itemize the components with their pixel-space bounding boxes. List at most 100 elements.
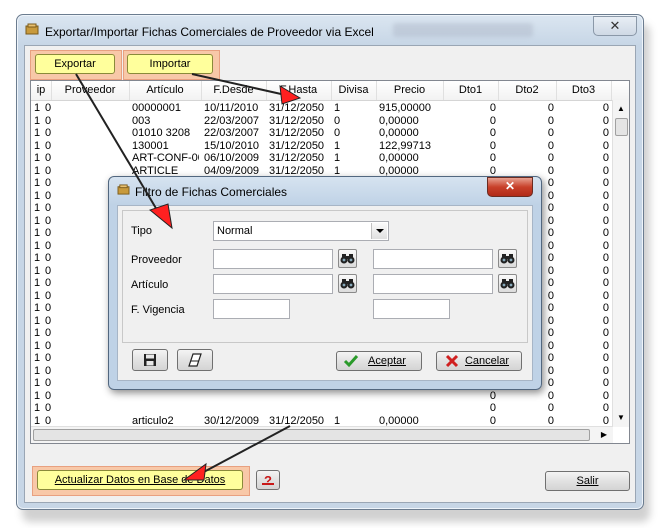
window-close-button[interactable]: ✕ xyxy=(593,16,637,36)
table-cell xyxy=(379,390,439,403)
vertical-scrollbar[interactable]: ▲ ▼ xyxy=(612,100,629,427)
filter-panel: Tipo Normal Proveedor Artículo F. Vigenc… xyxy=(122,210,528,343)
table-cell: 0 xyxy=(45,164,52,177)
filter-dialog: Filtro de Fichas Comerciales ✕ Tipo Norm… xyxy=(108,176,542,390)
table-cell: 0 xyxy=(45,277,52,289)
table-cell: 31/12/2050 xyxy=(269,139,325,152)
table-row[interactable]: 10000 xyxy=(31,402,621,415)
update-database-button[interactable]: Actualizar Datos en Base de Datos xyxy=(37,470,243,490)
accept-button[interactable]: Aceptar xyxy=(336,351,422,371)
vigencia-from-input[interactable] xyxy=(213,299,290,319)
table-cell xyxy=(204,390,264,403)
table-cell: 31/12/2050 xyxy=(269,152,325,164)
table-cell: 0 xyxy=(45,114,52,127)
export-button[interactable]: Exportar xyxy=(35,54,115,74)
table-cell: 0 xyxy=(602,352,609,364)
table-row[interactable]: 1 0 130001 15/10/2010 31/12/2050 1 122,99713 0 0… xyxy=(31,140,621,153)
table-cell xyxy=(334,390,374,403)
column-header[interactable]: Artículo xyxy=(129,81,202,100)
save-button[interactable] xyxy=(132,349,168,371)
clear-button[interactable] xyxy=(177,349,213,371)
scroll-up-icon[interactable]: ▲ xyxy=(614,102,628,116)
table-cell: 31/12/2050 xyxy=(269,102,325,114)
table-cell: 0 xyxy=(602,289,609,302)
table-cell: 0 xyxy=(489,402,496,414)
vigencia-label: F. Vigencia xyxy=(131,304,185,316)
scroll-down-icon[interactable]: ▼ xyxy=(614,411,628,425)
table-cell xyxy=(132,390,199,403)
table-row[interactable]: 1 0 01010 3208 22/03/2007 31/12/2050 0 0,00000… xyxy=(31,127,621,140)
cancel-button[interactable]: Cancelar xyxy=(436,351,522,371)
table-cell: 15/10/2010 xyxy=(204,139,260,152)
proveedor-from-input[interactable] xyxy=(213,249,333,269)
table-cell: 0 xyxy=(45,327,52,339)
articulo-from-input[interactable] xyxy=(213,274,333,294)
column-header[interactable]: Dto3 xyxy=(556,81,612,100)
close-icon: ✕ xyxy=(504,179,516,193)
table-cell: 0,00000 xyxy=(379,114,419,127)
column-header[interactable]: Dto2 xyxy=(498,81,557,100)
table-cell: 0 xyxy=(547,402,554,414)
table-cell: 0 xyxy=(45,264,52,277)
chevron-down-icon[interactable] xyxy=(371,223,387,239)
table-row[interactable]: 1 0 ART-CONF-00 06/10/2009 31/12/2050 1 0,0000… xyxy=(31,152,621,165)
table-cell: 0 xyxy=(602,202,609,214)
table-cell: 0 xyxy=(602,377,609,389)
grid-header: ip Proveedor Artículo F.Desde F.Hasta Divisa P… xyxy=(31,81,629,101)
binoculars-icon xyxy=(500,254,515,264)
table-row[interactable]: 1 0 00000001 10/11/2010 31/12/2050 1 915,00000… xyxy=(31,102,621,115)
table-cell: 0 xyxy=(602,252,609,264)
scroll-right-icon[interactable]: ▶ xyxy=(597,428,611,442)
table-cell: 122,99713 xyxy=(379,139,431,152)
table-cell: 0 xyxy=(602,302,609,314)
table-cell: 00000001 xyxy=(132,102,181,114)
vertical-scroll-thumb[interactable] xyxy=(615,118,628,136)
tipo-select[interactable]: Normal xyxy=(213,221,389,241)
import-button[interactable]: Importar xyxy=(127,54,213,74)
column-header[interactable]: F.Hasta xyxy=(266,81,332,100)
table-row[interactable]: 1 0 003 22/03/2007 31/12/2050 0 0,00000 0 0 0 xyxy=(31,115,621,128)
column-header[interactable]: F.Desde xyxy=(201,81,267,100)
table-cell: 0 xyxy=(489,102,496,114)
table-cell: 915,00000 xyxy=(379,102,431,114)
column-header[interactable]: Dto1 xyxy=(443,81,499,100)
table-cell: 0 xyxy=(602,389,609,402)
table-cell: 0 xyxy=(489,389,496,402)
table-cell: 0 xyxy=(45,139,52,152)
column-header[interactable]: ip xyxy=(31,81,52,100)
articulo-to-search-button[interactable] xyxy=(498,274,517,293)
vigencia-to-input[interactable] xyxy=(373,299,450,319)
table-cell: 0 xyxy=(602,177,609,189)
table-row[interactable]: 10000 xyxy=(31,390,621,403)
horizontal-scrollbar[interactable]: ▶ xyxy=(31,426,613,443)
table-cell: 0 xyxy=(602,327,609,339)
column-header[interactable]: Divisa xyxy=(331,81,377,100)
tipo-label: Tipo xyxy=(131,225,152,237)
table-cell: 0 xyxy=(45,339,52,352)
table-cell: 0 xyxy=(602,364,609,377)
table-cell: 10/11/2010 xyxy=(204,102,259,114)
proveedor-from-search-button[interactable] xyxy=(338,249,357,268)
table-cell: 31/12/2050 xyxy=(269,127,325,139)
table-cell: 0 xyxy=(489,152,496,164)
column-header[interactable]: Precio xyxy=(376,81,444,100)
binoculars-icon xyxy=(340,254,355,264)
dialog-title: Filtro de Fichas Comerciales xyxy=(135,185,288,199)
proveedor-to-input[interactable] xyxy=(373,249,493,269)
table-cell: 0 xyxy=(602,264,609,277)
column-header[interactable]: Proveedor xyxy=(51,81,130,100)
articulo-from-search-button[interactable] xyxy=(338,274,357,293)
table-cell: 003 xyxy=(132,114,151,127)
help-button[interactable]: ? xyxy=(256,470,280,490)
binoculars-icon xyxy=(340,279,355,289)
table-cell: 0 xyxy=(602,164,609,177)
articulo-to-input[interactable] xyxy=(373,274,493,294)
dialog-close-button[interactable]: ✕ xyxy=(487,177,533,197)
proveedor-to-search-button[interactable] xyxy=(498,249,517,268)
table-cell: 0 xyxy=(45,352,52,364)
table-cell: 0 xyxy=(45,189,52,202)
horizontal-scroll-thumb[interactable] xyxy=(33,429,590,441)
table-cell: 0 xyxy=(547,114,554,127)
table-cell: 0 xyxy=(547,127,554,139)
exit-button[interactable]: Salir xyxy=(545,471,630,491)
